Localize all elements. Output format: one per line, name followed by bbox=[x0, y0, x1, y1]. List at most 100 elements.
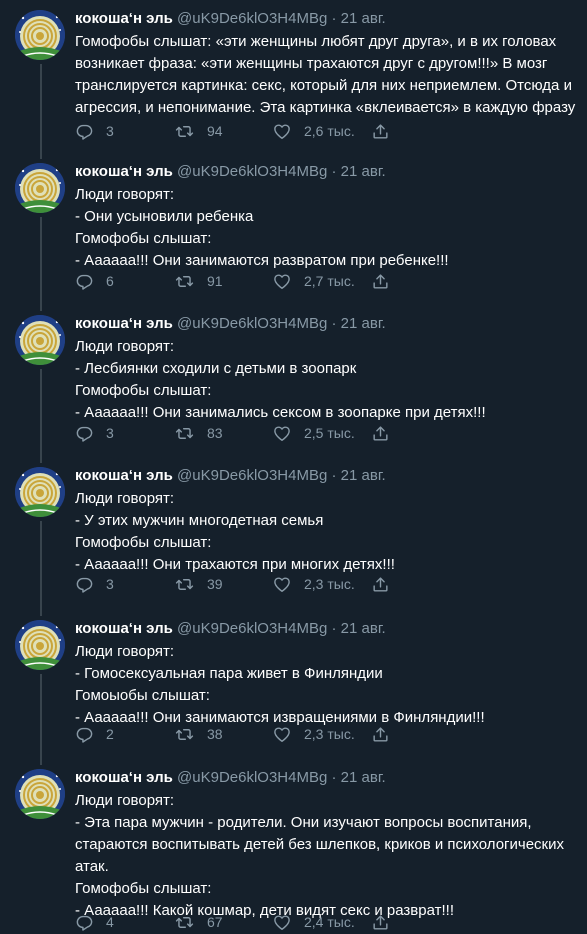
retweet-button[interactable]: 39 bbox=[174, 573, 223, 595]
tweet[interactable]: кокоша‘н эль @uK9De6klO3H4MBg · 21 авг. … bbox=[0, 457, 587, 616]
tweet-date[interactable]: 21 авг. bbox=[341, 467, 386, 484]
tweet-date[interactable]: 21 авг. bbox=[341, 769, 386, 786]
separator: · bbox=[331, 620, 337, 637]
retweet-count: 39 bbox=[207, 576, 223, 592]
tweet-text-line: Люди говорят: bbox=[75, 792, 175, 809]
author-name[interactable]: кокоша‘н эль bbox=[75, 467, 173, 484]
retweet-icon bbox=[175, 578, 194, 590]
author-name[interactable]: кокоша‘н эль bbox=[75, 163, 173, 180]
retweet-button[interactable]: 67 bbox=[174, 911, 223, 933]
share-button[interactable] bbox=[371, 120, 390, 142]
heart-icon bbox=[274, 273, 290, 289]
separator: · bbox=[331, 163, 337, 180]
tweet-date[interactable]: 21 авг. bbox=[341, 315, 386, 332]
tweet-date[interactable]: 21 авг. bbox=[341, 163, 386, 180]
retweet-button[interactable]: 94 bbox=[174, 120, 223, 142]
like-button[interactable]: 2,4 тыс. bbox=[272, 911, 355, 933]
reply-button[interactable]: 6 bbox=[75, 270, 114, 292]
retweet-button[interactable]: 38 bbox=[174, 723, 223, 745]
avatar[interactable] bbox=[15, 315, 65, 365]
share-icon bbox=[373, 123, 388, 139]
retweet-count: 91 bbox=[207, 273, 223, 289]
tweet-date[interactable]: 21 авг. bbox=[341, 10, 386, 27]
reply-icon bbox=[76, 577, 93, 593]
tweet-actions: 2 38 2,3 тыс. bbox=[75, 723, 505, 745]
separator: · bbox=[331, 10, 337, 27]
share-icon bbox=[373, 576, 388, 592]
like-count: 2,6 тыс. bbox=[304, 123, 355, 139]
tweet-text-line: - Эта пара мужчин - родители. Они изучаю… bbox=[75, 814, 569, 875]
author-name[interactable]: кокоша‘н эль bbox=[75, 620, 173, 637]
like-count: 2,3 тыс. bbox=[304, 726, 355, 742]
tweet-header: кокоша‘н эль @uK9De6klO3H4MBg · 21 авг. bbox=[75, 619, 386, 639]
tweet[interactable]: кокоша‘н эль @uK9De6klO3H4MBg · 21 авг. … bbox=[0, 759, 587, 934]
avatar[interactable] bbox=[15, 467, 65, 517]
tweet-actions: 6 91 2,7 тыс. bbox=[75, 270, 505, 292]
tweet-text-line: Гомофобы слышат: bbox=[75, 880, 212, 897]
tweet-text: Люди говорят: - Гомосексуальная пара живе… bbox=[75, 641, 581, 729]
tweet-text: Люди говорят: - Эта пара мужчин - родител… bbox=[75, 790, 581, 922]
tweet[interactable]: кокоша‘н эль @uK9De6klO3H4MBg · 21 авг. … bbox=[0, 153, 587, 311]
reply-icon bbox=[76, 124, 93, 140]
retweet-icon bbox=[175, 728, 194, 740]
tweet[interactable]: кокоша‘н эль @uK9De6klO3H4MBg · 21 авг. … bbox=[0, 0, 587, 159]
reply-count: 2 bbox=[106, 726, 114, 742]
avatar[interactable] bbox=[15, 769, 65, 819]
author-name[interactable]: кокоша‘н эль bbox=[75, 10, 173, 27]
avatar[interactable] bbox=[15, 10, 65, 60]
tweet-text-line: Гомофобы слышат: «эти женщины любят друг… bbox=[75, 33, 577, 116]
reply-count: 3 bbox=[106, 576, 114, 592]
tweet-date[interactable]: 21 авг. bbox=[341, 620, 386, 637]
share-icon bbox=[373, 425, 388, 441]
share-button[interactable] bbox=[371, 573, 390, 595]
tweet[interactable]: кокоша‘н эль @uK9De6klO3H4MBg · 21 авг. … bbox=[0, 305, 587, 463]
author-handle[interactable]: @uK9De6klO3H4MBg bbox=[177, 620, 327, 637]
separator: · bbox=[331, 315, 337, 332]
thread-line bbox=[40, 217, 42, 311]
author-handle[interactable]: @uK9De6klO3H4MBg bbox=[177, 163, 327, 180]
author-handle[interactable]: @uK9De6klO3H4MBg bbox=[177, 769, 327, 786]
separator: · bbox=[331, 467, 337, 484]
tweet-header: кокоша‘н эль @uK9De6klO3H4MBg · 21 авг. bbox=[75, 466, 386, 486]
share-button[interactable] bbox=[371, 911, 390, 933]
share-button[interactable] bbox=[371, 723, 390, 745]
like-button[interactable]: 2,3 тыс. bbox=[272, 723, 355, 745]
reply-button[interactable]: 3 bbox=[75, 120, 114, 142]
avatar[interactable] bbox=[15, 163, 65, 213]
tweet-text-line: Люди говорят: bbox=[75, 338, 175, 355]
retweet-icon bbox=[175, 427, 194, 439]
like-button[interactable]: 2,5 тыс. bbox=[272, 422, 355, 444]
thread-line bbox=[40, 369, 42, 463]
share-button[interactable] bbox=[371, 270, 390, 292]
retweet-count: 67 bbox=[207, 914, 223, 930]
reply-button[interactable]: 2 bbox=[75, 723, 114, 745]
separator: · bbox=[331, 769, 337, 786]
reply-button[interactable]: 3 bbox=[75, 573, 114, 595]
reply-button[interactable]: 3 bbox=[75, 422, 114, 444]
tweet-actions: 3 83 2,5 тыс. bbox=[75, 422, 505, 444]
tweet-text-line: - У этих мужчин многодетная семья bbox=[75, 512, 324, 529]
reply-count: 3 bbox=[106, 123, 114, 139]
author-name[interactable]: кокоша‘н эль bbox=[75, 769, 173, 786]
retweet-button[interactable]: 91 bbox=[174, 270, 223, 292]
tweet[interactable]: кокоша‘н эль @uK9De6klO3H4MBg · 21 авг. … bbox=[0, 610, 587, 765]
author-handle[interactable]: @uK9De6klO3H4MBg bbox=[177, 10, 327, 27]
avatar[interactable] bbox=[15, 620, 65, 670]
author-handle[interactable]: @uK9De6klO3H4MBg bbox=[177, 467, 327, 484]
like-button[interactable]: 2,6 тыс. bbox=[272, 120, 355, 142]
tweet-actions: 4 67 2,4 тыс. bbox=[75, 911, 505, 933]
like-button[interactable]: 2,3 тыс. bbox=[272, 573, 355, 595]
reply-icon bbox=[76, 274, 93, 290]
author-name[interactable]: кокоша‘н эль bbox=[75, 315, 173, 332]
reply-icon bbox=[76, 915, 93, 931]
tweet-text-line: - Аааааа!!! Они занимались сексом в зооп… bbox=[75, 404, 486, 421]
heart-icon bbox=[274, 576, 290, 592]
share-button[interactable] bbox=[371, 422, 390, 444]
tweet-text-line: Гомофобы слышат: bbox=[75, 534, 212, 551]
reply-count: 3 bbox=[106, 425, 114, 441]
like-button[interactable]: 2,7 тыс. bbox=[272, 270, 355, 292]
retweet-button[interactable]: 83 bbox=[174, 422, 223, 444]
author-handle[interactable]: @uK9De6klO3H4MBg bbox=[177, 315, 327, 332]
reply-button[interactable]: 4 bbox=[75, 911, 114, 933]
like-count: 2,4 тыс. bbox=[304, 914, 355, 930]
